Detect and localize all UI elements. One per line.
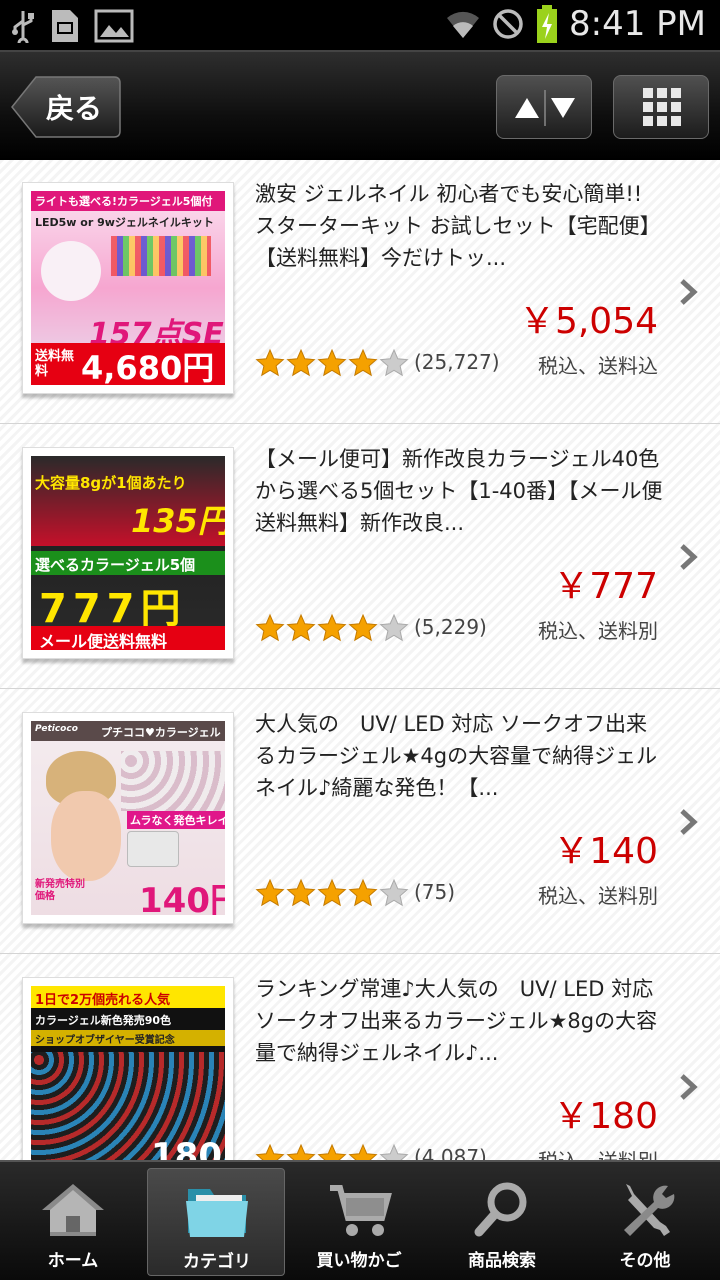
- star-filled-icon: [255, 348, 285, 377]
- tab-cart[interactable]: 買い物かご: [290, 1168, 428, 1276]
- sort-button[interactable]: [496, 75, 592, 139]
- star-filled-icon: [317, 348, 347, 377]
- tab-home[interactable]: ホーム: [4, 1168, 142, 1276]
- product-title: ランキング常連♪大人気の UV/ LED 対応 ソークオフ出来るカラージェル★8…: [255, 977, 658, 1065]
- star-empty-icon: [379, 878, 409, 907]
- product-thumbnail: ライトも選べる!カラージェル5個付 LED5w or 9wジェルネイルキット 1…: [22, 182, 234, 394]
- star-filled-icon: [286, 613, 316, 642]
- product-thumbnail: Peticoco プチココ♥カラージェル ムラなく発色キレイ 新発売特別価格 1…: [22, 712, 234, 924]
- grid-view-button[interactable]: [613, 75, 709, 139]
- chevron-right-icon: [680, 279, 698, 305]
- back-button[interactable]: 戻る: [10, 75, 122, 139]
- grid-view-icon: [643, 88, 681, 126]
- product-item[interactable]: ライトも選べる!カラージェル5個付 LED5w or 9wジェルネイルキット 1…: [0, 160, 720, 424]
- tab-label: 商品検索: [468, 1251, 536, 1271]
- product-thumbnail: 大容量8gが1個あたり 135円 選べるカラージェル5個 777円 メール便送料…: [22, 447, 234, 659]
- chevron-right-icon: [680, 809, 698, 835]
- star-filled-icon: [255, 1143, 285, 1160]
- star-filled-icon: [317, 613, 347, 642]
- image-icon: [94, 9, 134, 43]
- product-price: ￥5,054: [518, 301, 658, 342]
- star-filled-icon: [255, 878, 285, 907]
- sort-up-down-icon: [515, 90, 575, 126]
- chevron-right-icon: [680, 544, 698, 570]
- search-icon: [474, 1182, 527, 1237]
- review-count: (25,727): [414, 350, 500, 374]
- product-price: ￥140: [553, 831, 658, 872]
- tools-icon: [624, 1184, 675, 1236]
- rating-stars: [255, 1143, 409, 1160]
- star-filled-icon: [348, 613, 378, 642]
- rating-stars: [255, 613, 409, 643]
- product-list[interactable]: ライトも選べる!カラージェル5個付 LED5w or 9wジェルネイルキット 1…: [0, 160, 720, 1160]
- product-title: 大人気の UV/ LED 対応 ソークオフ出来るカラージェル★4gの大容量で納得…: [255, 712, 658, 800]
- star-empty-icon: [379, 348, 409, 377]
- rating-stars: [255, 878, 409, 908]
- chevron-right-icon: [680, 1074, 698, 1100]
- rating-stars: [255, 348, 409, 378]
- product-price: ￥777: [553, 566, 658, 607]
- shipping-info: 税込、送料別: [538, 619, 658, 643]
- product-title: 【メール便可】新作改良カラージェル40色から選べる5個セット【1-40番】【メー…: [255, 447, 663, 535]
- shipping-info: 税込、送料込: [538, 354, 658, 378]
- no-sim-icon: [493, 9, 523, 39]
- cart-icon: [330, 1185, 392, 1236]
- star-filled-icon: [286, 348, 316, 377]
- bottom-tab-bar: ホーム カテゴリ 買い物かご 商品検索 その他: [0, 1160, 720, 1280]
- review-count: (5,229): [414, 615, 487, 639]
- battery-charging-icon: [537, 5, 557, 43]
- tab-label: ホーム: [47, 1251, 99, 1271]
- star-filled-icon: [255, 613, 285, 642]
- tab-label: 買い物かご: [316, 1251, 402, 1271]
- product-thumbnail: 1日で2万個売れる人気 カラージェル新色発売90色 ショップオブザイヤー受賞記念…: [22, 977, 234, 1160]
- status-time: 8:41 PM: [569, 4, 706, 44]
- tab-label: カテゴリ: [183, 1252, 251, 1272]
- product-title: 激安 ジェルネイル 初心者でも安心簡単!! スターターキット お試しセット【宅配…: [255, 182, 661, 270]
- star-filled-icon: [348, 878, 378, 907]
- review-count: (75): [414, 880, 456, 904]
- star-empty-icon: [379, 613, 409, 642]
- home-icon: [42, 1184, 104, 1236]
- sd-card-icon: [52, 10, 78, 42]
- star-filled-icon: [286, 878, 316, 907]
- tab-label: その他: [619, 1251, 671, 1271]
- star-filled-icon: [317, 1143, 347, 1160]
- product-item[interactable]: 大容量8gが1個あたり 135円 選べるカラージェル5個 777円 メール便送料…: [0, 425, 720, 689]
- star-filled-icon: [286, 1143, 316, 1160]
- review-count: (4,087): [414, 1145, 487, 1160]
- star-filled-icon: [317, 878, 347, 907]
- product-item[interactable]: Peticoco プチココ♥カラージェル ムラなく発色キレイ 新発売特別価格 1…: [0, 690, 720, 954]
- tab-other[interactable]: その他: [576, 1168, 714, 1276]
- folder-icon: [186, 1189, 248, 1237]
- star-empty-icon: [379, 1143, 409, 1160]
- star-filled-icon: [348, 348, 378, 377]
- usb-icon: [12, 11, 34, 43]
- back-label: 戻る: [46, 92, 103, 125]
- tab-search[interactable]: 商品検索: [433, 1168, 571, 1276]
- wifi-icon: [447, 11, 479, 38]
- product-item[interactable]: 1日で2万個売れる人気 カラージェル新色発売90色 ショップオブザイヤー受賞記念…: [0, 955, 720, 1160]
- shipping-info: 税込、送料別: [538, 1145, 658, 1160]
- product-price: ￥180: [553, 1096, 658, 1137]
- status-bar: 8:41 PM: [0, 0, 720, 50]
- shipping-info: 税込、送料別: [538, 884, 658, 908]
- tab-category[interactable]: カテゴリ: [147, 1168, 285, 1276]
- star-filled-icon: [348, 1143, 378, 1160]
- action-bar: 戻る: [0, 50, 720, 160]
